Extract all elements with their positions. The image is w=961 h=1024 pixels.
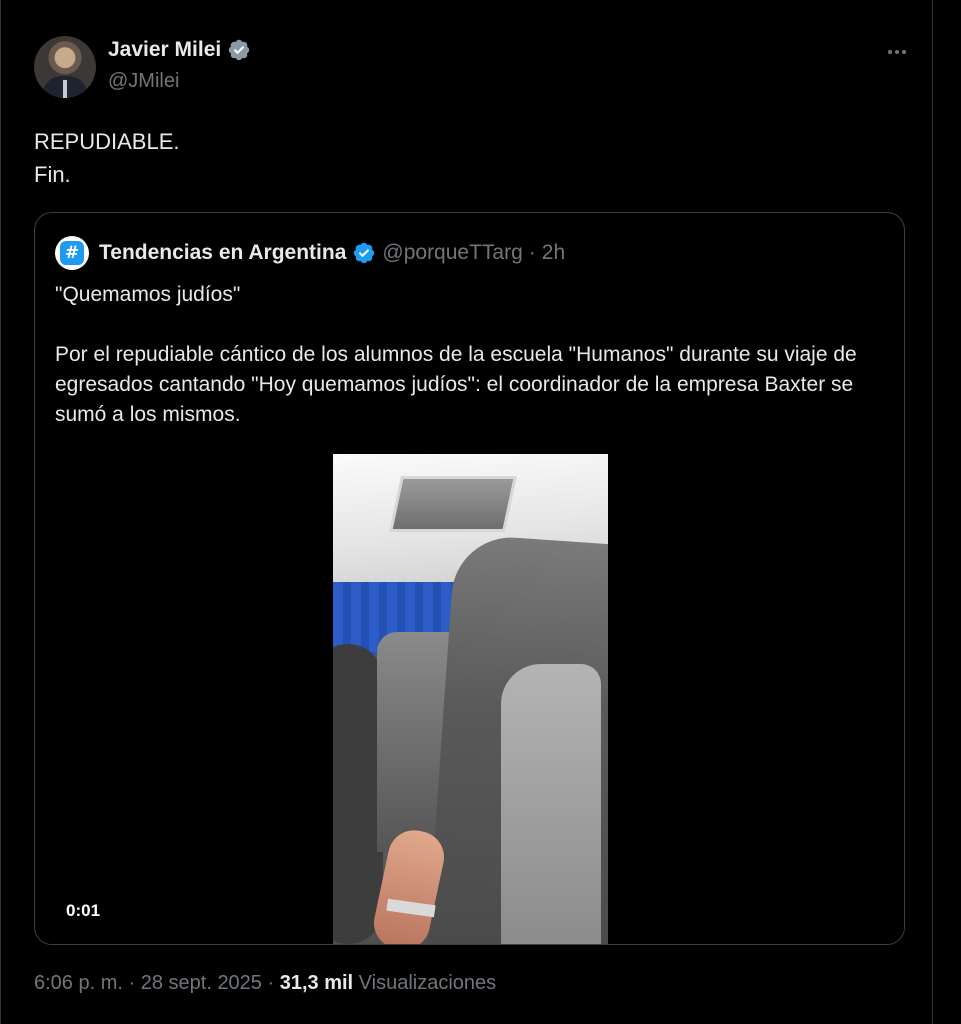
video-player[interactable]: 0:01 [35,454,904,944]
more-dot [902,50,906,54]
quoted-author-handle[interactable]: @porqueTTarg [382,241,522,265]
author-name[interactable]: Javier Milei [108,38,251,62]
tweet-page: Javier Milei @JMilei REPUDIABLE. Fin. # … [0,0,961,1024]
quoted-text-paragraph: Por el repudiable cántico de los alumnos… [55,343,857,426]
tweet-text-line: Fin. [34,162,71,187]
views-count[interactable]: 31,3 mil [280,972,353,994]
quoted-tweet-text: "Quemamos judíos" Por el repudiable cánt… [55,280,885,430]
quoted-tweet-card[interactable]: # Tendencias en Argentina @porqueTTarg ·… [34,212,905,945]
tweet-text: REPUDIABLE. Fin. [34,125,180,191]
more-dot [888,50,892,54]
tweet-date[interactable]: 28 sept. 2025 [141,972,262,994]
author-name-text[interactable]: Javier Milei [108,38,221,62]
quoted-author-name[interactable]: Tendencias en Argentina [99,241,346,265]
author-handle[interactable]: @JMilei [108,70,179,93]
column-divider-left [0,0,1,1024]
verified-badge-icon[interactable] [227,38,251,62]
quoted-text-paragraph: "Quemamos judíos" [55,283,241,306]
quoted-author-avatar[interactable]: # [55,236,89,270]
bus-seat-left [333,644,383,944]
meta-separator: · [261,972,280,994]
bus-seat-front-inner [501,664,601,944]
meta-separator: · [122,972,141,994]
tweet-meta: 6:06 p. m. · 28 sept. 2025 · 31,3 mil Vi… [34,972,496,995]
tweet-header: Javier Milei @JMilei [34,34,911,100]
video-timestamp: 0:01 [66,901,101,920]
column-divider-right [932,0,933,1024]
hashtag-icon: # [60,241,84,265]
quoted-timestamp[interactable]: 2h [542,241,565,265]
quoted-separator: · [528,241,536,264]
more-horizontal-icon[interactable] [883,42,911,62]
bus-ceiling-vent [389,476,517,532]
tweet-text-line: REPUDIABLE. [34,129,180,154]
more-dot [895,50,899,54]
tweet-time[interactable]: 6:06 p. m. [34,972,123,994]
author-avatar[interactable] [34,36,96,98]
video-frame[interactable] [333,454,608,944]
verified-badge-icon [352,241,376,265]
views-label[interactable]: Visualizaciones [353,972,497,994]
quoted-tweet-header: # Tendencias en Argentina @porqueTTarg ·… [55,235,565,271]
avatar-tie [63,80,67,98]
